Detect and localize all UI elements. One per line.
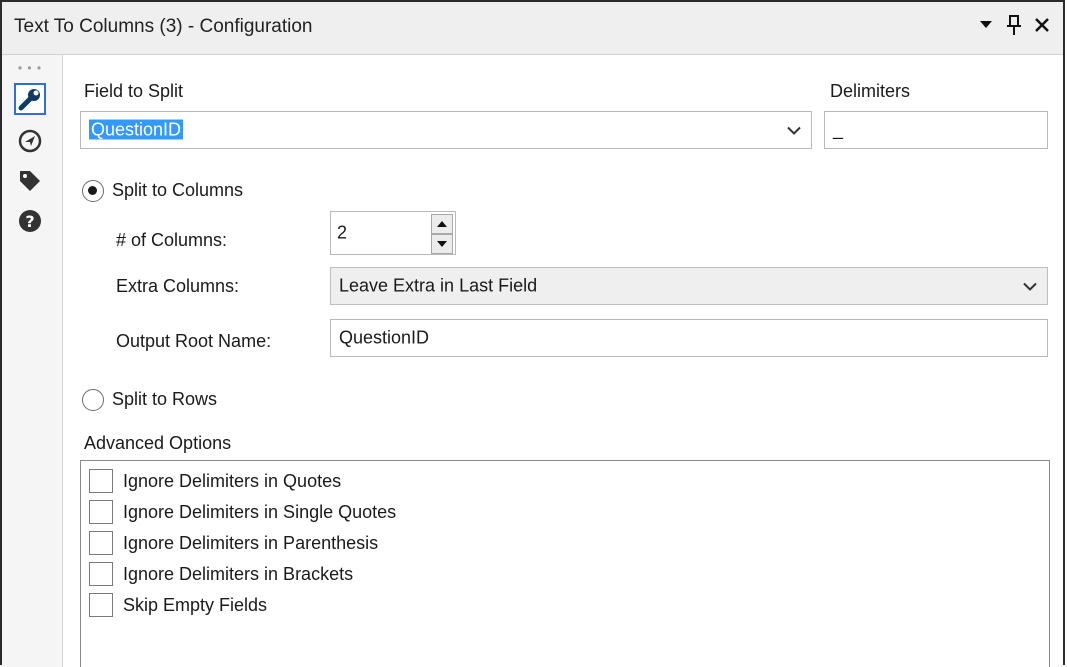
- option-skip-empty[interactable]: Skip Empty Fields: [89, 591, 267, 619]
- wrench-icon[interactable]: [14, 83, 46, 115]
- advanced-options-list: Ignore Delimiters in Quotes Ignore Delim…: [80, 460, 1050, 667]
- split-to-columns-radio[interactable]: [82, 180, 104, 202]
- dropdown-arrow-icon[interactable]: [975, 12, 997, 38]
- checkbox[interactable]: [89, 469, 113, 493]
- split-to-rows-label[interactable]: Split to Rows: [112, 389, 217, 410]
- num-columns-label: # of Columns:: [116, 230, 228, 250]
- delimiters-value: _: [833, 119, 844, 140]
- checkbox[interactable]: [89, 562, 113, 586]
- option-label: Ignore Delimiters in Single Quotes: [123, 501, 397, 522]
- checkbox[interactable]: [89, 500, 113, 524]
- grip-dots-icon: • • •: [17, 61, 43, 75]
- tag-icon[interactable]: [14, 165, 46, 197]
- split-to-rows-radio[interactable]: [82, 389, 104, 411]
- titlebar-buttons: [975, 12, 1053, 38]
- panel-title: Text To Columns (3) - Configuration: [14, 16, 313, 37]
- num-columns-value: 2: [337, 222, 348, 243]
- advanced-options-label: Advanced Options: [84, 433, 232, 453]
- num-columns-stepper[interactable]: 2: [330, 211, 456, 255]
- option-ignore-single-quotes[interactable]: Ignore Delimiters in Single Quotes: [89, 498, 396, 526]
- checkbox[interactable]: [89, 531, 113, 555]
- option-label: Skip Empty Fields: [123, 594, 268, 615]
- increment-icon[interactable]: [431, 214, 453, 234]
- option-label: Ignore Delimiters in Parenthesis: [123, 532, 379, 553]
- extra-columns-select[interactable]: Leave Extra in Last Field: [330, 267, 1048, 305]
- option-ignore-parenthesis[interactable]: Ignore Delimiters in Parenthesis: [89, 529, 378, 557]
- close-icon[interactable]: [1031, 12, 1053, 38]
- extra-columns-value: Leave Extra in Last Field: [339, 275, 538, 296]
- num-columns-spinner: [431, 214, 453, 254]
- option-ignore-brackets[interactable]: Ignore Delimiters in Brackets: [89, 560, 353, 588]
- field-to-split-label: Field to Split: [84, 81, 184, 101]
- configuration-panel: Text To Columns (3) - Configuration • • …: [0, 0, 1065, 667]
- output-root-label: Output Root Name:: [116, 331, 272, 351]
- option-label: Ignore Delimiters in Quotes: [123, 470, 342, 491]
- output-root-value: QuestionID: [339, 327, 430, 348]
- svg-text:?: ?: [25, 212, 34, 231]
- extra-columns-label: Extra Columns:: [116, 276, 240, 296]
- field-to-split-select[interactable]: QuestionID: [80, 111, 812, 149]
- delimiters-label: Delimiters: [830, 81, 911, 101]
- help-icon[interactable]: ?: [14, 205, 46, 237]
- panel-titlebar: Text To Columns (3) - Configuration: [2, 2, 1063, 55]
- field-to-split-value: QuestionID: [89, 119, 184, 140]
- option-ignore-quotes[interactable]: Ignore Delimiters in Quotes: [89, 467, 341, 495]
- delimiters-input[interactable]: _: [824, 111, 1048, 149]
- pin-icon[interactable]: [1003, 12, 1025, 38]
- output-root-input[interactable]: QuestionID: [330, 319, 1048, 357]
- config-content: Field to Split QuestionID Delimiters _ S…: [64, 55, 1065, 667]
- navigate-icon[interactable]: [14, 125, 46, 157]
- chevron-down-icon: [787, 120, 801, 141]
- decrement-icon[interactable]: [431, 234, 453, 254]
- split-to-columns-label[interactable]: Split to Columns: [112, 180, 243, 201]
- option-label: Ignore Delimiters in Brackets: [123, 563, 354, 584]
- tool-sidebar: • • • ?: [2, 55, 63, 667]
- chevron-down-icon: [1023, 276, 1037, 297]
- checkbox[interactable]: [89, 593, 113, 617]
